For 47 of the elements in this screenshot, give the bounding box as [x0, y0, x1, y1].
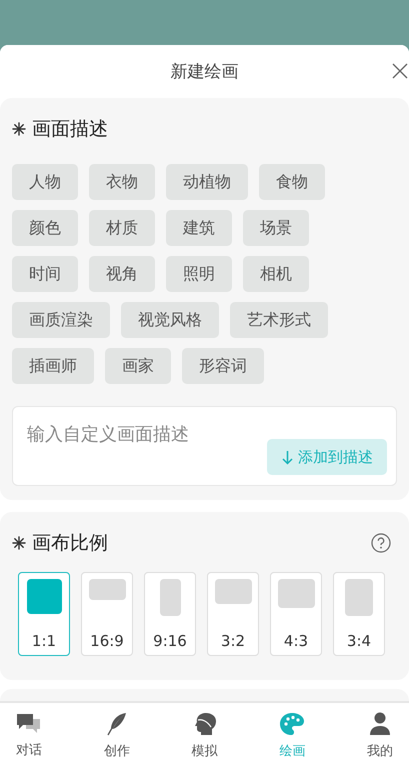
help-icon[interactable] [371, 533, 391, 553]
tag-chip[interactable]: 动植物 [166, 164, 248, 200]
palette-icon [279, 712, 306, 736]
close-button[interactable] [391, 62, 409, 80]
sheet-title: 新建绘画 [170, 61, 238, 83]
ratio-preview [278, 579, 314, 608]
asterisk-icon [12, 536, 26, 550]
tab-bar-item[interactable]: 模拟 [182, 703, 228, 759]
section-title: 画布比例 [32, 531, 109, 556]
tag-chip[interactable]: 衣物 [89, 164, 155, 200]
tag-chip[interactable]: 插画师 [12, 348, 94, 384]
tag-chip[interactable]: 人物 [12, 164, 78, 200]
ratio-preview [26, 579, 62, 614]
tag-chip[interactable]: 画质渲染 [12, 302, 110, 338]
ratio-option[interactable]: 4:3 [270, 572, 322, 656]
ratio-preview [345, 579, 373, 616]
tag-chip[interactable]: 画家 [105, 348, 171, 384]
tag-chip[interactable]: 场景 [243, 210, 309, 246]
tag-chip[interactable]: 艺术形式 [230, 302, 328, 338]
tag-chip[interactable]: 形容词 [182, 348, 264, 384]
ratio-option[interactable]: 3:4 [333, 572, 385, 656]
ratio-option[interactable]: 9:16 [144, 572, 196, 656]
arrow-down-icon [282, 450, 293, 464]
tag-chip[interactable]: 相机 [243, 256, 309, 292]
ratio-preview [160, 579, 180, 616]
tag-chip[interactable]: 视觉风格 [121, 302, 219, 338]
ratio-option[interactable]: 3:2 [207, 572, 259, 656]
ratio-preview [214, 579, 252, 604]
tag-chip[interactable]: 材质 [89, 210, 155, 246]
tag-chip[interactable]: 食物 [259, 164, 325, 200]
ratio-option[interactable]: 16:9 [81, 572, 133, 656]
section-title: 画面描述 [32, 117, 108, 142]
asterisk-icon [12, 122, 26, 136]
tag-chip[interactable]: 建筑 [166, 210, 232, 246]
person-icon [369, 712, 391, 736]
chat-icon [16, 712, 42, 734]
head-profile-icon [192, 712, 216, 736]
feather-icon [106, 712, 128, 736]
tag-chip[interactable]: 时间 [12, 256, 78, 292]
tab-bar-item[interactable]: 我的 [357, 703, 403, 759]
ratio-preview [88, 579, 126, 600]
tab-bar-item[interactable]: 创作 [94, 703, 140, 759]
tag-chip[interactable]: 照明 [166, 256, 232, 292]
ratio-option[interactable]: 1:1 [18, 572, 70, 656]
tab-bar-item[interactable]: 对话 [6, 703, 52, 759]
tag-chip[interactable]: 颜色 [12, 210, 78, 246]
tag-chip[interactable]: 视角 [89, 256, 155, 292]
